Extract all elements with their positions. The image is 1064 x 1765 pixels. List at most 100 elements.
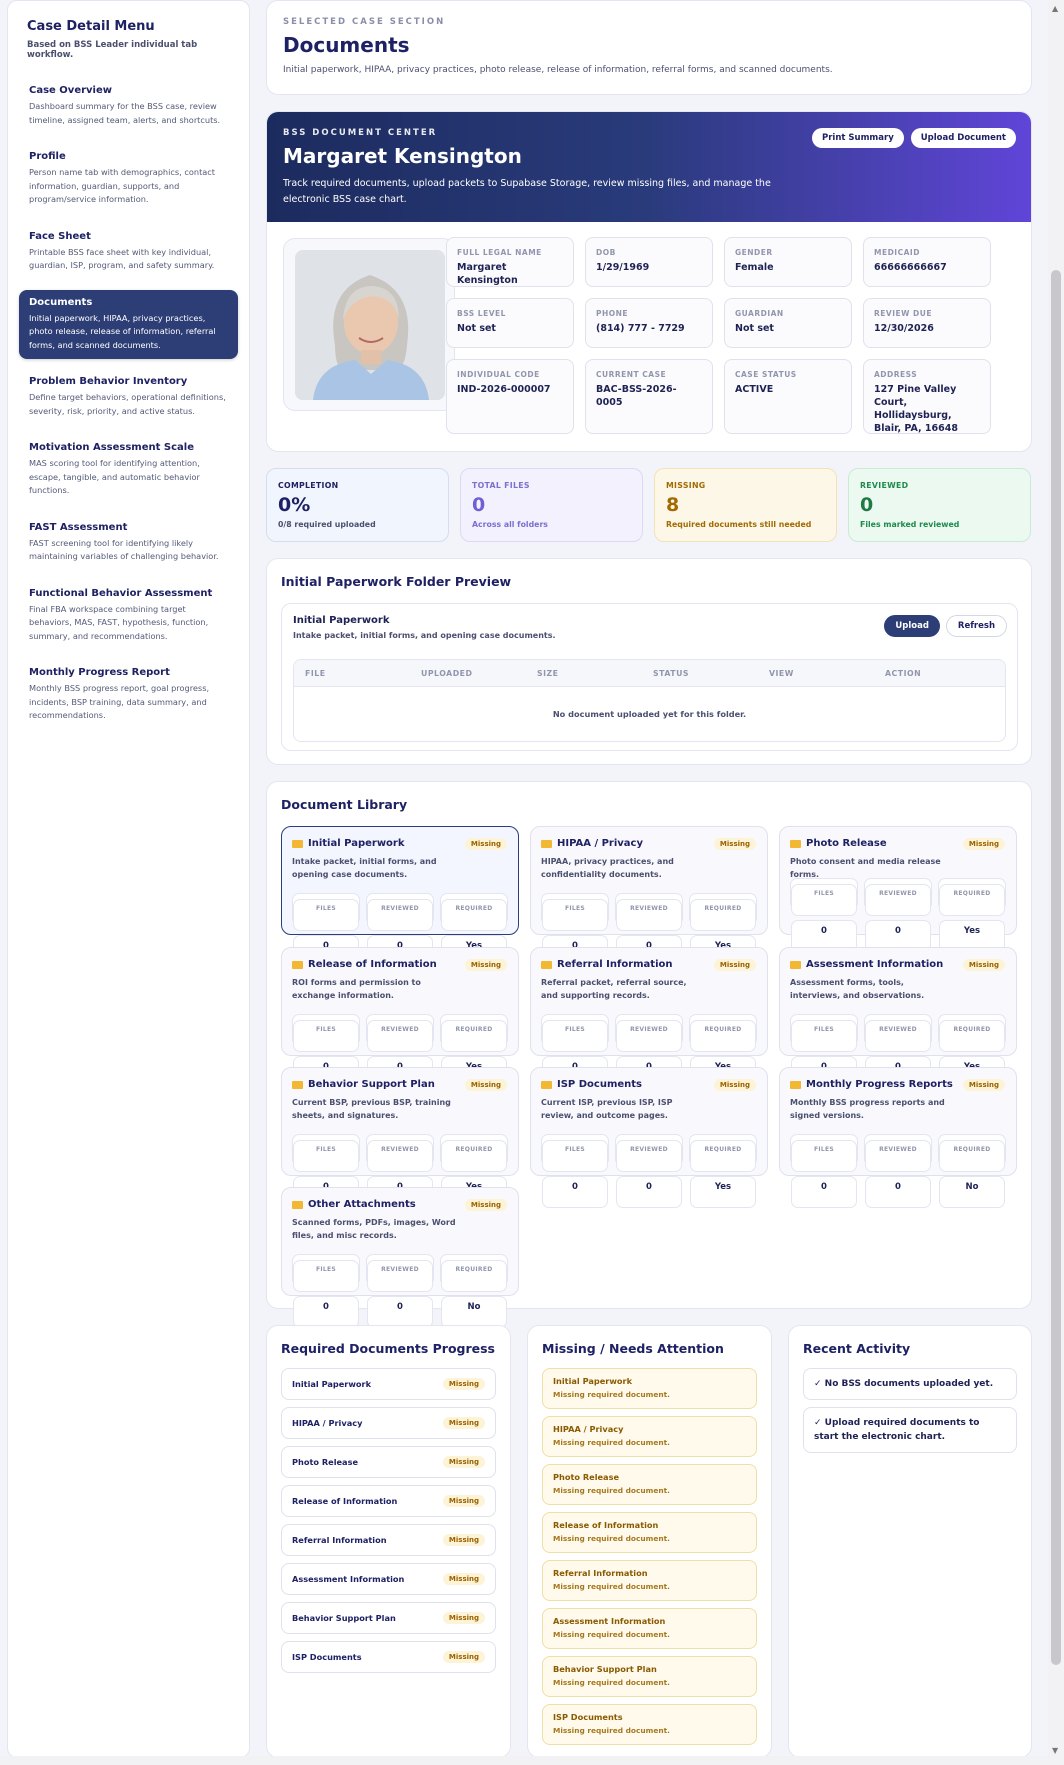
missing-item[interactable]: Initial Paperwork Missing required docume… <box>542 1368 757 1409</box>
page-title: Documents <box>283 33 410 57</box>
field-phone: PHONE (814) 777 - 7729 <box>585 298 713 348</box>
vertical-scrollbar-thumb[interactable] <box>1051 270 1061 1665</box>
folder-card-release-of-information[interactable]: Release of Information Missing ROI forms… <box>281 947 519 1088</box>
status-badge: Missing <box>442 1378 485 1390</box>
sidebar-item-fast-assessment[interactable]: FAST Assessment FAST screening tool for i… <box>19 515 238 571</box>
sidebar-item-case-overview[interactable]: Case Overview Dashboard summary for the B… <box>19 78 238 134</box>
activity-item: ✓ Upload required documents to start the… <box>803 1407 1017 1453</box>
refresh-button[interactable]: Refresh <box>945 615 1007 637</box>
recent-activity: Recent Activity ✓ No BSS documents uploa… <box>788 1325 1032 1758</box>
sidebar-item-documents[interactable]: Documents Initial paperwork, HIPAA, priva… <box>19 289 238 359</box>
stat-label: COMPLETION <box>278 481 339 490</box>
field-current-case: CURRENT CASE BAC-BSS-2026-0005 <box>585 359 713 434</box>
folder-card-assessment-information[interactable]: Assessment Information Missing Assessmen… <box>779 947 1017 1088</box>
column-header-action[interactable]: ACTION <box>885 669 1001 678</box>
status-badge: Missing <box>713 959 756 971</box>
sidebar-item-desc: FAST screening tool for identifying like… <box>29 537 219 562</box>
column-header-view[interactable]: VIEW <box>769 669 885 678</box>
sidebar-item-desc: Printable BSS face sheet with key indivi… <box>29 246 215 271</box>
field-value: IND-2026-000007 <box>457 384 551 395</box>
column-header-status[interactable]: STATUS <box>653 669 769 678</box>
progress-row: Photo Release Missing <box>281 1446 496 1478</box>
column-header-size[interactable]: SIZE <box>537 669 653 678</box>
folder-card-isp-documents[interactable]: ISP Documents Missing Current ISP, previ… <box>530 1067 768 1208</box>
folder-stats: FILES0 REVIEWED0 REQUIREDYes <box>541 1134 757 1208</box>
mini-label: FILES <box>293 1140 359 1172</box>
folder-card-title: Referral Information <box>557 959 673 970</box>
folder-card-desc: Assessment forms, tools, interviews, and… <box>790 978 925 1000</box>
folder-card-hipaa-privacy[interactable]: HIPAA / Privacy Missing HIPAA, privacy p… <box>530 826 768 967</box>
missing-item-sub: Missing required document. <box>553 1726 670 1735</box>
sidebar-item-motivation-assessment-scale[interactable]: Motivation Assessment Scale MAS scoring t… <box>19 435 238 505</box>
field-label: INDIVIDUAL CODE <box>457 370 540 379</box>
missing-item[interactable]: HIPAA / Privacy Missing required document… <box>542 1416 757 1457</box>
folder-card-behavior-support-plan[interactable]: Behavior Support Plan Missing Current BS… <box>281 1067 519 1208</box>
scroll-down-arrow-icon[interactable]: ▼ <box>1052 1746 1058 1755</box>
missing-item[interactable]: Referral Information Missing required doc… <box>542 1560 757 1601</box>
folder-card-referral-information[interactable]: Referral Information Missing Referral pa… <box>530 947 768 1088</box>
status-badge: Missing <box>464 1199 507 1211</box>
stat-label: MISSING <box>666 481 706 490</box>
field-label: FULL LEGAL NAME <box>457 248 542 257</box>
missing-item-title: Photo Release <box>553 1472 620 1482</box>
progress-row: Referral Information Missing <box>281 1524 496 1556</box>
mini-label: REVIEWED <box>865 1020 931 1052</box>
column-header-file[interactable]: FILE <box>305 669 421 678</box>
mini-label: REVIEWED <box>367 1020 433 1052</box>
missing-item[interactable]: Photo Release Missing required document. <box>542 1464 757 1505</box>
print-summary-button[interactable]: Print Summary <box>811 128 904 148</box>
sidebar-item-desc: MAS scoring tool for identifying attenti… <box>29 458 200 495</box>
mini-required: REQUIREDYes <box>689 1014 757 1088</box>
progress-row: Release of Information Missing <box>281 1485 496 1517</box>
missing-needs-attention: Missing / Needs Attention Initial Paperw… <box>527 1325 772 1758</box>
folder-card-monthly-progress-reports[interactable]: Monthly Progress Reports Missing Monthly… <box>779 1067 1017 1208</box>
field-address: ADDRESS 127 Pine Valley Court, Hollidaysb… <box>863 359 991 434</box>
mini-label: FILES <box>542 899 608 931</box>
mini-label: REVIEWED <box>865 884 931 916</box>
progress-label: Assessment Information <box>292 1574 405 1584</box>
status-badge: Missing <box>464 959 507 971</box>
mini-label: REQUIRED <box>939 884 1005 916</box>
missing-item[interactable]: Assessment Information Missing required d… <box>542 1608 757 1649</box>
mini-required: REQUIRED No <box>440 1254 508 1328</box>
stat-value: 8 <box>666 494 680 516</box>
missing-item-sub: Missing required document. <box>553 1486 670 1495</box>
missing-item[interactable]: Behavior Support Plan Missing required do… <box>542 1656 757 1697</box>
folder-icon <box>790 960 801 969</box>
field-label: DOB <box>596 248 616 257</box>
missing-item[interactable]: ISP Documents Missing required document. <box>542 1704 757 1745</box>
sidebar-item-monthly-progress-report[interactable]: Monthly Progress Report Monthly BSS progr… <box>19 660 238 730</box>
mini-required: REQUIREDYes <box>938 878 1006 952</box>
field-value: Margaret Kensington <box>457 262 518 286</box>
folder-stats: FILES0 REVIEWED0 REQUIREDYes <box>790 878 1006 952</box>
sidebar-item-problem-behavior-inventory[interactable]: Problem Behavior Inventory Define target … <box>19 369 238 425</box>
sidebar-item-face-sheet[interactable]: Face Sheet Printable BSS face sheet with … <box>19 224 238 280</box>
progress-row: Assessment Information Missing <box>281 1563 496 1595</box>
mini-reviewed: REVIEWED0 <box>366 1134 434 1208</box>
section-header: SELECTED CASE SECTION Documents Initial … <box>266 0 1032 95</box>
folder-card-other-attachments[interactable]: Other Attachments Missing Scanned forms,… <box>281 1187 519 1328</box>
sidebar-item-label: Face Sheet <box>29 230 91 242</box>
sidebar-item-profile[interactable]: Profile Person name tab with demographics… <box>19 144 238 214</box>
upload-document-button[interactable]: Upload Document <box>910 128 1016 148</box>
stat-reviewed: REVIEWED 0 Files marked reviewed <box>848 468 1031 542</box>
mini-label: REVIEWED <box>367 1140 433 1172</box>
horizontal-scrollbar[interactable] <box>0 1756 1048 1765</box>
mini-reviewed: REVIEWED0 <box>864 1014 932 1088</box>
folder-card-photo-release[interactable]: Photo Release Missing Photo consent and … <box>779 826 1017 952</box>
scroll-up-arrow-icon[interactable]: ▲ <box>1052 4 1058 13</box>
missing-item-sub: Missing required document. <box>553 1438 670 1447</box>
upload-button[interactable]: Upload <box>884 615 940 637</box>
folder-card-initial-paperwork[interactable]: Initial Paperwork Missing Intake packet,… <box>281 826 519 967</box>
mini-value: 0 <box>791 1176 857 1208</box>
folder-icon <box>541 839 552 848</box>
mini-label: REVIEWED <box>367 1260 433 1292</box>
mini-label: FILES <box>542 1140 608 1172</box>
column-header-uploaded[interactable]: UPLOADED <box>421 669 537 678</box>
folder-card-title: Behavior Support Plan <box>308 1079 435 1090</box>
missing-item[interactable]: Release of Information Missing required d… <box>542 1512 757 1553</box>
mini-label: REQUIRED <box>690 1020 756 1052</box>
missing-title: Missing / Needs Attention <box>542 1341 724 1356</box>
field-dob: DOB 1/29/1969 <box>585 237 713 287</box>
sidebar-item-functional-behavior-assessment[interactable]: Functional Behavior Assessment Final FBA … <box>19 581 238 651</box>
